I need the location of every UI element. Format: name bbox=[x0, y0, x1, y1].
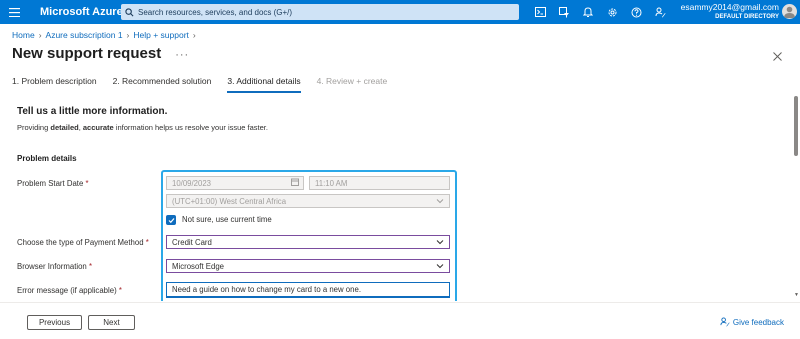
breadcrumb-home[interactable]: Home bbox=[12, 30, 35, 40]
search-icon bbox=[125, 7, 134, 16]
label-text: Problem Start Date bbox=[17, 179, 84, 188]
browser-information-value: Microsoft Edge bbox=[172, 261, 225, 271]
problem-start-date-label: Problem Start Date * bbox=[17, 179, 89, 188]
intro-bold-accurate: accurate bbox=[82, 123, 114, 132]
give-feedback-label: Give feedback bbox=[732, 317, 784, 327]
error-message-value: Need a guide on how to change my card to… bbox=[172, 285, 361, 294]
tab-problem-description[interactable]: 1. Problem description bbox=[12, 76, 97, 93]
next-button[interactable]: Next bbox=[88, 315, 135, 330]
label-text: Choose the type of Payment Method bbox=[17, 238, 144, 247]
start-date-value: 10/09/2023 bbox=[172, 178, 212, 188]
give-feedback-link[interactable]: Give feedback bbox=[720, 317, 784, 327]
cloud-shell-icon[interactable] bbox=[528, 0, 552, 24]
not-sure-label[interactable]: Not sure, use current time bbox=[182, 215, 272, 224]
breadcrumb: Home › Azure subscription 1 › Help + sup… bbox=[12, 30, 196, 40]
footer: Previous Next Give feedback bbox=[0, 302, 800, 339]
start-time-value: 11:10 AM bbox=[315, 178, 348, 188]
previous-button[interactable]: Previous bbox=[27, 315, 82, 330]
tab-recommended-solution[interactable]: 2. Recommended solution bbox=[113, 76, 212, 93]
scroll-down-icon[interactable]: ▼ bbox=[794, 292, 799, 298]
close-icon[interactable] bbox=[773, 48, 782, 64]
breadcrumb-help-support[interactable]: Help + support bbox=[133, 30, 189, 40]
menu-icon[interactable] bbox=[0, 0, 28, 24]
account-directory: DEFAULT DIRECTORY bbox=[715, 14, 779, 20]
problem-details-heading: Problem details bbox=[17, 154, 77, 163]
feedback-icon[interactable] bbox=[648, 0, 672, 24]
avatar[interactable] bbox=[782, 4, 797, 19]
breadcrumb-subscription[interactable]: Azure subscription 1 bbox=[46, 30, 123, 40]
tab-additional-details[interactable]: 3. Additional details bbox=[227, 76, 301, 93]
timezone-value: (UTC+01:00) West Central Africa bbox=[172, 196, 287, 206]
calendar-icon bbox=[291, 178, 299, 188]
required-mark: * bbox=[118, 286, 122, 295]
intro-part: information helps us resolve your issue … bbox=[113, 123, 268, 132]
chevron-right-icon: › bbox=[126, 30, 130, 40]
section-heading: Tell us a little more information. bbox=[17, 106, 168, 117]
label-text: Browser Information bbox=[17, 262, 87, 271]
checkmark-icon bbox=[168, 217, 174, 223]
brand-title[interactable]: Microsoft Azure bbox=[40, 6, 123, 18]
error-message-input[interactable]: Need a guide on how to change my card to… bbox=[166, 282, 450, 298]
payment-method-select[interactable]: Credit Card bbox=[166, 235, 450, 249]
start-date-input: 10/09/2023 bbox=[166, 176, 304, 190]
chevron-down-icon bbox=[436, 199, 444, 204]
scrollbar-thumb[interactable] bbox=[794, 96, 798, 156]
intro-part: Providing bbox=[17, 123, 51, 132]
label-text: Error message (if applicable) bbox=[17, 286, 117, 295]
browser-information-label: Browser Information * bbox=[17, 262, 92, 271]
search-input[interactable]: Search resources, services, and docs (G+… bbox=[121, 4, 519, 20]
required-mark: * bbox=[85, 179, 89, 188]
directory-filter-icon[interactable] bbox=[552, 0, 576, 24]
start-time-input: 11:10 AM bbox=[309, 176, 450, 190]
feedback-icon bbox=[720, 317, 730, 327]
notifications-icon[interactable] bbox=[576, 0, 600, 24]
required-mark: * bbox=[145, 238, 149, 247]
settings-icon[interactable] bbox=[600, 0, 624, 24]
intro-text: Providing detailed, accurate information… bbox=[17, 123, 268, 132]
not-sure-checkbox[interactable] bbox=[166, 215, 176, 225]
tab-review-create: 4. Review + create bbox=[316, 76, 388, 86]
search-placeholder: Search resources, services, and docs (G+… bbox=[138, 7, 293, 17]
account-menu[interactable]: esammy2014@gmail.com DEFAULT DIRECTORY bbox=[681, 2, 779, 22]
help-icon[interactable] bbox=[624, 0, 648, 24]
form-content: Tell us a little more information. Provi… bbox=[0, 96, 792, 301]
chevron-down-icon bbox=[436, 240, 444, 245]
chevron-right-icon: › bbox=[38, 30, 42, 40]
error-message-label: Error message (if applicable) * bbox=[17, 286, 122, 295]
browser-information-select[interactable]: Microsoft Edge bbox=[166, 259, 450, 273]
timezone-select: (UTC+01:00) West Central Africa bbox=[166, 194, 450, 208]
page-title: New support request bbox=[12, 45, 162, 62]
top-bar: Microsoft Azure Search resources, servic… bbox=[0, 0, 800, 24]
intro-bold-detailed: detailed bbox=[50, 123, 79, 132]
wizard-steps: 1. Problem description 2. Recommended so… bbox=[12, 76, 403, 93]
payment-method-value: Credit Card bbox=[172, 237, 212, 247]
account-email: esammy2014@gmail.com bbox=[680, 2, 779, 12]
chevron-right-icon: › bbox=[192, 30, 196, 40]
chevron-down-icon bbox=[436, 264, 444, 269]
more-options-button[interactable]: ··· bbox=[175, 49, 189, 61]
required-mark: * bbox=[88, 262, 92, 271]
scrollbar[interactable]: ▼ bbox=[792, 96, 800, 301]
payment-method-label: Choose the type of Payment Method * bbox=[17, 238, 149, 247]
